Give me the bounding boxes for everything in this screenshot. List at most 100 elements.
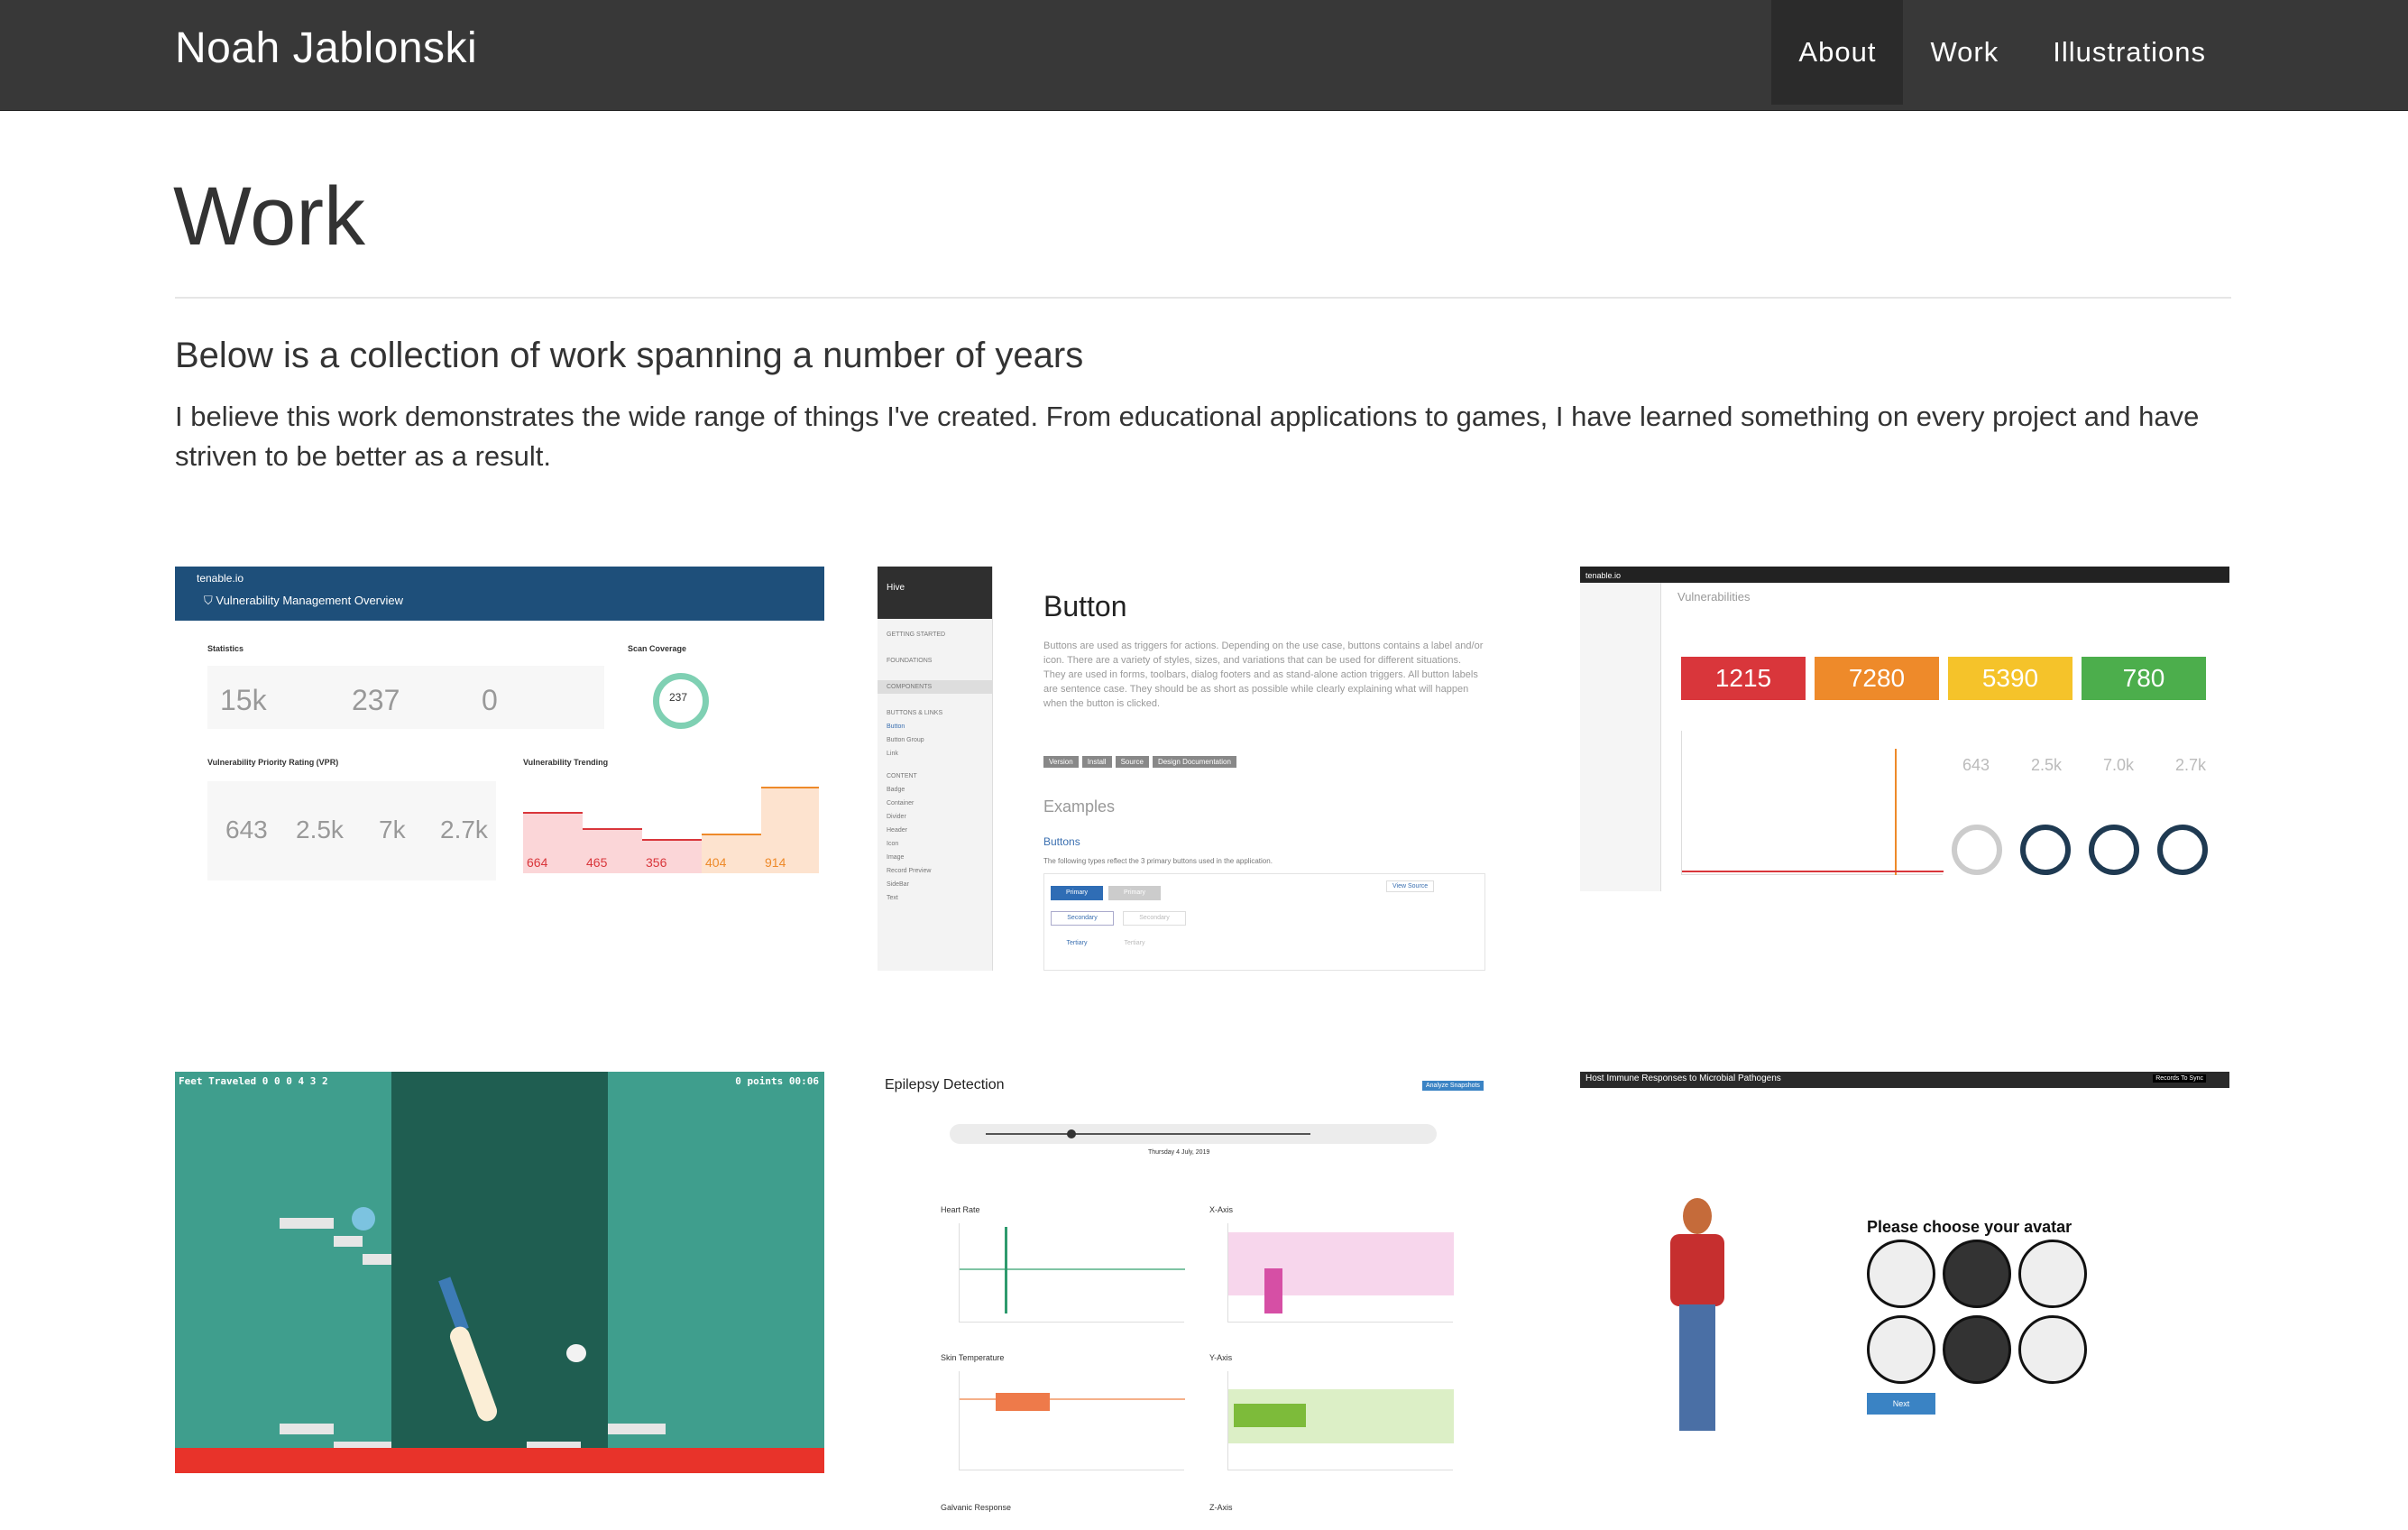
x-axis-plot	[1227, 1223, 1454, 1323]
game-platform	[363, 1254, 391, 1265]
avatar-prompt: Please choose your avatar	[1867, 1218, 2073, 1236]
vpr-value: 2.7k	[440, 816, 488, 843]
work-thumbnail-hive-button[interactable]: Hive GETTING STARTED FOUNDATIONS COMPONE…	[878, 567, 1527, 971]
severity-tile-critical: 1215	[1681, 657, 1806, 700]
stat-value: 15k	[220, 684, 267, 716]
nav-item-about[interactable]: About	[1771, 0, 1904, 105]
vpr-value: 7.0k	[2102, 756, 2135, 774]
vpr-label: Vulnerability Priority Rating (VPR)	[207, 758, 339, 767]
nav-item-work[interactable]: Work	[1903, 0, 2026, 105]
character-shirt	[1670, 1234, 1724, 1306]
chip: Install	[1081, 756, 1112, 768]
plot-band	[1228, 1232, 1454, 1295]
app-name: Hive	[887, 583, 905, 593]
docs-sidebar-header: Hive	[878, 567, 992, 619]
section-title: Vulnerabilities	[1677, 590, 1751, 604]
trend-value: 356	[646, 855, 667, 870]
vpr-value: 2.7k	[2174, 756, 2206, 774]
thumb-title: Vulnerability Management Overview	[216, 594, 404, 607]
vpr-value: 7k	[379, 816, 406, 843]
plot-spike	[1005, 1227, 1007, 1313]
secondary-button[interactable]: Secondary	[1051, 911, 1114, 926]
donut-chart	[2157, 825, 2208, 875]
page-title: Work	[173, 171, 365, 263]
doc-heading: Button	[1043, 590, 1127, 622]
statistics-label: Statistics	[207, 644, 244, 653]
nav-item-illustrations[interactable]: Illustrations	[2026, 0, 2233, 105]
tertiary-button[interactable]: Tertiary	[1051, 936, 1103, 951]
avatar-option[interactable]	[1867, 1315, 1935, 1384]
work-thumbnail-immune-responses[interactable]: Host Immune Responses to Microbial Patho…	[1580, 1072, 2229, 1496]
date-label: Thursday 4 July, 2019	[1148, 1149, 1210, 1156]
sidebar-item: SideBar	[887, 881, 909, 888]
trend-value: 465	[586, 855, 608, 870]
chart-title: Y-Axis	[1209, 1353, 1233, 1362]
sidebar-item: Link	[887, 751, 898, 757]
secondary-button-disabled[interactable]: Secondary	[1123, 911, 1186, 926]
page-lead: Below is a collection of work spanning a…	[175, 336, 1084, 375]
severity-tile-medium: 5390	[1948, 657, 2073, 700]
trend-value: 914	[765, 855, 786, 870]
game-platform	[334, 1236, 363, 1247]
trend-value: 404	[705, 855, 727, 870]
doc-paragraph: Buttons are used as triggers for actions…	[1043, 641, 1484, 709]
examples-heading: Examples	[1043, 797, 1116, 816]
sidebar-item: GETTING STARTED	[887, 631, 946, 638]
primary-button[interactable]: Primary	[1051, 886, 1103, 900]
plot-line	[960, 1268, 1185, 1290]
avatar-option[interactable]	[2018, 1240, 2087, 1308]
sidebar-item: Header	[887, 827, 907, 834]
avatar-option[interactable]	[1943, 1240, 2011, 1308]
thumb-brand: tenable.io	[197, 572, 244, 585]
trending-label: Vulnerability Trending	[523, 758, 609, 767]
character-head	[1683, 1198, 1712, 1234]
view-source-button[interactable]: View Source	[1386, 880, 1435, 892]
game-platform	[280, 1218, 334, 1229]
navbar: Noah Jablonski About Work Illustrations	[0, 0, 2408, 111]
trend-value: 664	[527, 855, 548, 870]
slider-handle[interactable]	[1067, 1129, 1076, 1138]
work-thumbnail-vulnerability-overview[interactable]: tenable.io ⛉ Vulnerability Management Ov…	[175, 567, 824, 927]
brand-logo[interactable]: Noah Jablonski	[175, 22, 477, 76]
avatar-option[interactable]	[2018, 1315, 2087, 1384]
vpr-value: 643	[225, 816, 268, 843]
stat-value: 0	[482, 684, 498, 716]
plot-line	[960, 1398, 1185, 1452]
sidebar-item: Button	[887, 724, 905, 730]
vpr-value: 2.5k	[2031, 756, 2063, 774]
primary-button-disabled[interactable]: Primary	[1108, 886, 1161, 900]
page-description: I believe this work demonstrates the wid…	[175, 401, 2200, 472]
trend-chart	[1681, 731, 1944, 875]
buttons-desc: The following types reflect the 3 primar…	[1043, 857, 1273, 865]
nav-menu: About Work Illustrations	[1771, 0, 2233, 105]
donut-chart	[1952, 825, 2002, 875]
donut-chart	[2020, 825, 2071, 875]
vpr-values: 643 2.5k 7.0k 2.7k	[1962, 756, 2206, 775]
character-legs	[1679, 1304, 1715, 1431]
chart-title: X-Axis	[1209, 1205, 1234, 1214]
analyze-button[interactable]: Analyze Snapshots	[1422, 1081, 1484, 1091]
game-platform	[608, 1424, 666, 1434]
avatar-option[interactable]	[1867, 1240, 1935, 1308]
avatar-option[interactable]	[1943, 1315, 2011, 1384]
plot-cluster	[1234, 1404, 1306, 1427]
time-slider[interactable]	[950, 1124, 1437, 1144]
next-button[interactable]: Next	[1867, 1393, 1935, 1415]
divider	[175, 297, 2231, 299]
enemy-sprite	[352, 1207, 375, 1230]
donut-chart	[2089, 825, 2139, 875]
skin-temp-plot	[959, 1371, 1185, 1470]
app-title: Epilepsy Detection	[885, 1077, 1005, 1092]
thumb-header: tenable.io ⛉ Vulnerability Management Ov…	[175, 567, 824, 621]
sidebar-item: Container	[887, 800, 914, 806]
game-platform	[280, 1424, 334, 1434]
work-thumbnail-vulnerabilities-dashboard[interactable]: tenable.io Vulnerabilities 1215 7280 539…	[1580, 567, 2229, 891]
work-thumbnail-epilepsy-detection[interactable]: Epilepsy Detection Analyze Snapshots Thu…	[878, 1072, 1527, 1530]
tertiary-button-disabled[interactable]: Tertiary	[1108, 936, 1161, 951]
chip: Source	[1115, 756, 1149, 768]
shield-icon: ⛉	[204, 594, 213, 607]
rock-sprite	[566, 1344, 586, 1362]
sidebar-item: Text	[887, 895, 898, 901]
work-thumbnail-game[interactable]: Feet Traveled 0 0 0 4 3 2 0 points 00:06	[175, 1072, 824, 1473]
records-sync-button[interactable]: Records To Sync	[2153, 1074, 2206, 1083]
